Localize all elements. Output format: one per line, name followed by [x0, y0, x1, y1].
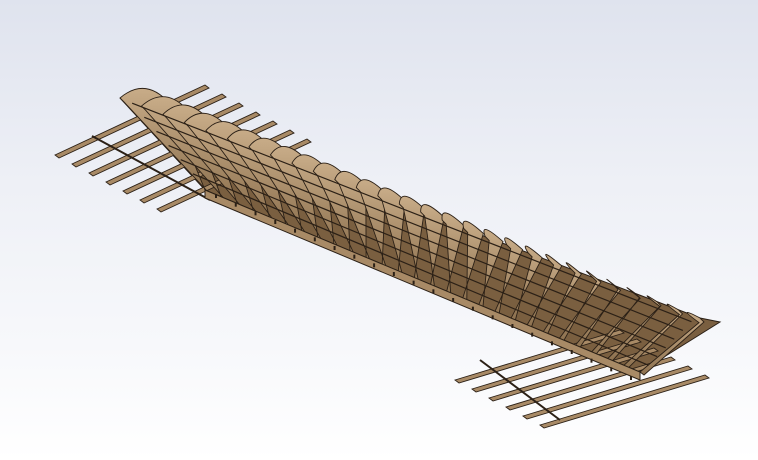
- spar-slot: [471, 306, 474, 311]
- wing-stringer: [192, 173, 649, 366]
- wing-stringer: [180, 159, 658, 358]
- spar-slot: [610, 367, 613, 372]
- spar-slot: [511, 324, 514, 328]
- spar-slot: [333, 246, 336, 250]
- spar-slot: [234, 202, 237, 207]
- spar-slot: [531, 332, 534, 337]
- spar-slot: [570, 350, 573, 354]
- wing-stringer: [144, 116, 684, 331]
- spar-slot: [313, 237, 316, 242]
- spar-slot: [274, 220, 277, 224]
- cad-viewport[interactable]: [0, 0, 758, 460]
- spar-slot: [294, 228, 297, 233]
- spar-slot: [491, 315, 494, 320]
- spar-slot: [432, 289, 435, 294]
- spar-slot: [215, 194, 217, 198]
- wing-stringer: [168, 145, 666, 349]
- wing-structure-model[interactable]: [0, 0, 758, 460]
- spar-slot: [353, 254, 356, 259]
- spar-slot: [373, 263, 376, 268]
- wing-stringer: [131, 102, 692, 323]
- spar-slot: [452, 298, 455, 302]
- spar-slot: [550, 341, 553, 346]
- wing-stringer: [156, 130, 675, 340]
- spar-slot: [590, 358, 593, 363]
- spar-slot: [392, 272, 395, 276]
- trailing-fin: [539, 374, 710, 429]
- spar-slot: [254, 211, 257, 216]
- spar-slot: [630, 376, 632, 380]
- spar-slot: [412, 280, 415, 285]
